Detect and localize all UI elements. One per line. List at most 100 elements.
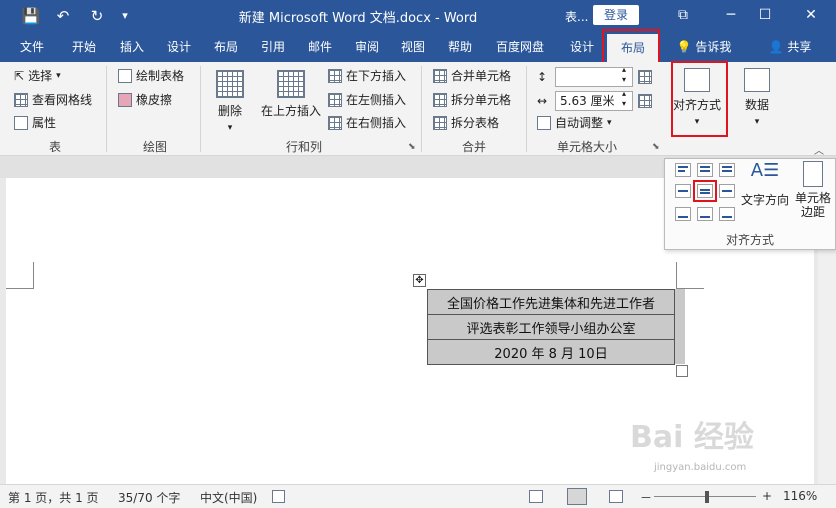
align-bottom-right-icon[interactable] xyxy=(719,207,735,221)
insert-above-label: 在上方插入 xyxy=(260,104,321,118)
status-bar: 第 1 页，共 1 页 35/70 个字 中文(中国) － + 116% xyxy=(0,484,836,508)
align-top-right-icon[interactable] xyxy=(719,163,735,177)
login-button[interactable]: 登录 xyxy=(593,5,639,25)
tab-tell-me[interactable]: 💡 告诉我 xyxy=(668,32,740,62)
table-cell[interactable]: 全国价格工作先进集体和先进工作者 xyxy=(427,289,675,315)
tab-references[interactable]: 引用 xyxy=(251,32,295,62)
insert-left-button[interactable]: 在左侧插入 xyxy=(328,92,406,108)
cell-margins-label: 单元格边距 xyxy=(794,191,831,219)
highlight-alignment-button xyxy=(671,61,728,137)
dropdown-arrow-icon: ▾ xyxy=(227,123,233,133)
cell-margins-button[interactable]: 单元格边距 xyxy=(791,161,835,219)
eraser-button[interactable]: 橡皮擦 xyxy=(118,92,172,108)
tab-mailings[interactable]: 邮件 xyxy=(298,32,342,62)
share-button[interactable]: 👤 共享 xyxy=(760,32,820,62)
insert-below-icon xyxy=(328,69,342,83)
align-center-left-icon[interactable] xyxy=(675,184,691,198)
insert-right-button[interactable]: 在右侧插入 xyxy=(328,115,406,131)
page-count[interactable]: 第 1 页，共 1 页 xyxy=(8,489,99,506)
insert-above-icon xyxy=(277,70,305,98)
tell-me-label: 告诉我 xyxy=(695,40,732,54)
autofit-label: 自动调整 xyxy=(555,116,604,130)
group-separator xyxy=(106,66,107,152)
print-layout-icon[interactable] xyxy=(567,488,587,505)
split-table-button[interactable]: 拆分表格 xyxy=(433,115,499,131)
table-cell[interactable]: 评选表彰工作领导小组办公室 xyxy=(427,314,675,340)
insert-above-button[interactable]: 在上方插入 xyxy=(258,70,324,119)
zoom-in-button[interactable]: + xyxy=(762,489,772,503)
share-label: 共享 xyxy=(787,40,812,54)
tab-help[interactable]: 帮助 xyxy=(438,32,482,62)
distribute-columns-icon[interactable] xyxy=(638,94,652,108)
split-cells-button[interactable]: 拆分单元格 xyxy=(433,92,511,108)
align-bottom-left-icon[interactable] xyxy=(675,207,691,221)
crop-mark-left xyxy=(6,262,34,289)
alignment-dropdown: A☰ 文字方向 单元格边距 对齐方式 xyxy=(664,158,836,250)
crop-mark-right xyxy=(676,262,704,289)
insert-left-label: 在左侧插入 xyxy=(346,93,407,107)
table-resize-handle[interactable] xyxy=(676,365,688,377)
language-indicator[interactable]: 中文(中国) xyxy=(200,489,257,506)
document-table[interactable]: 全国价格工作先进集体和先进工作者 评选表彰工作领导小组办公室 2020 年 8 … xyxy=(427,289,675,365)
eraser-icon xyxy=(118,93,132,107)
tab-review[interactable]: 审阅 xyxy=(345,32,389,62)
tab-baidu-netdisk[interactable]: 百度网盘 xyxy=(488,32,552,62)
spin-up-icon[interactable]: ▴ xyxy=(622,89,626,98)
table-row: 2020 年 8 月 10日 xyxy=(427,339,675,365)
table-move-handle[interactable]: ✥ xyxy=(413,274,426,287)
read-mode-icon[interactable] xyxy=(529,490,543,503)
align-bottom-center-icon[interactable] xyxy=(697,207,713,221)
cell-margins-icon xyxy=(803,161,823,187)
dropdown-arrow-icon: ▾ xyxy=(56,71,61,81)
dialog-launcher-icon[interactable]: ⬊ xyxy=(408,142,416,152)
align-top-left-icon[interactable] xyxy=(675,163,691,177)
table-cell[interactable]: 2020 年 8 月 10日 xyxy=(427,339,675,365)
view-gridlines-button[interactable]: 查看网格线 xyxy=(14,92,92,108)
spin-up-icon[interactable]: ▴ xyxy=(622,65,626,74)
ribbon-display-icon[interactable]: ⧉ xyxy=(668,4,698,26)
tab-file[interactable]: 文件 xyxy=(10,32,54,62)
draw-table-button[interactable]: 绘制表格 xyxy=(118,68,184,84)
macro-record-icon[interactable] xyxy=(272,490,285,503)
delete-button[interactable]: 删除 ▾ xyxy=(208,70,252,133)
delete-label: 删除 xyxy=(217,104,242,118)
zoom-out-button[interactable]: － xyxy=(640,489,652,506)
group-label-rows-columns: 行和列 xyxy=(285,140,322,154)
select-button[interactable]: ⇱ 选择 ▾ xyxy=(14,68,61,84)
align-center-right-icon[interactable] xyxy=(719,184,735,198)
pencil-table-icon xyxy=(118,69,132,83)
maximize-button[interactable]: ☐ xyxy=(750,4,780,26)
split-table-label: 拆分表格 xyxy=(451,116,500,130)
spin-down-icon[interactable]: ▾ xyxy=(622,99,626,108)
minimize-button[interactable]: ─ xyxy=(716,4,746,26)
group-label-draw: 绘图 xyxy=(142,140,167,154)
tab-design[interactable]: 设计 xyxy=(157,32,201,62)
tab-insert[interactable]: 插入 xyxy=(110,32,154,62)
data-button[interactable]: 数据 ▾ xyxy=(734,68,780,127)
lightbulb-icon: 💡 xyxy=(676,40,692,54)
word-count[interactable]: 35/70 个字 xyxy=(118,489,180,506)
properties-button[interactable]: 属性 xyxy=(14,115,56,131)
tab-table-design[interactable]: 设计 xyxy=(560,32,604,62)
merge-cells-button[interactable]: 合并单元格 xyxy=(433,68,511,84)
dialog-launcher-icon[interactable]: ⬊ xyxy=(652,142,660,152)
highlight-layout-tab xyxy=(602,29,660,66)
zoom-level[interactable]: 116% xyxy=(783,489,817,503)
insert-below-button[interactable]: 在下方插入 xyxy=(328,68,406,84)
collapse-ribbon-icon[interactable]: ︿ xyxy=(814,142,824,157)
zoom-slider-thumb[interactable] xyxy=(705,491,709,503)
tab-layout[interactable]: 布局 xyxy=(204,32,248,62)
tab-view[interactable]: 视图 xyxy=(391,32,435,62)
autofit-button[interactable]: 自动调整 ▾ xyxy=(537,115,612,131)
close-button[interactable]: ✕ xyxy=(796,4,826,26)
distribute-rows-icon[interactable] xyxy=(638,70,652,84)
alignment-panel-label: 对齐方式 xyxy=(725,233,774,247)
merge-cells-label: 合并单元格 xyxy=(451,69,512,83)
web-layout-icon[interactable] xyxy=(609,490,623,503)
align-top-center-icon[interactable] xyxy=(697,163,713,177)
spin-down-icon[interactable]: ▾ xyxy=(622,75,626,84)
text-direction-button[interactable]: A☰ 文字方向 xyxy=(741,161,789,208)
title-bar: 💾 ↶ ↻ ▾ 新建 Microsoft Word 文档.docx - Word… xyxy=(0,0,836,32)
tab-home[interactable]: 开始 xyxy=(62,32,106,62)
group-separator xyxy=(421,66,422,152)
